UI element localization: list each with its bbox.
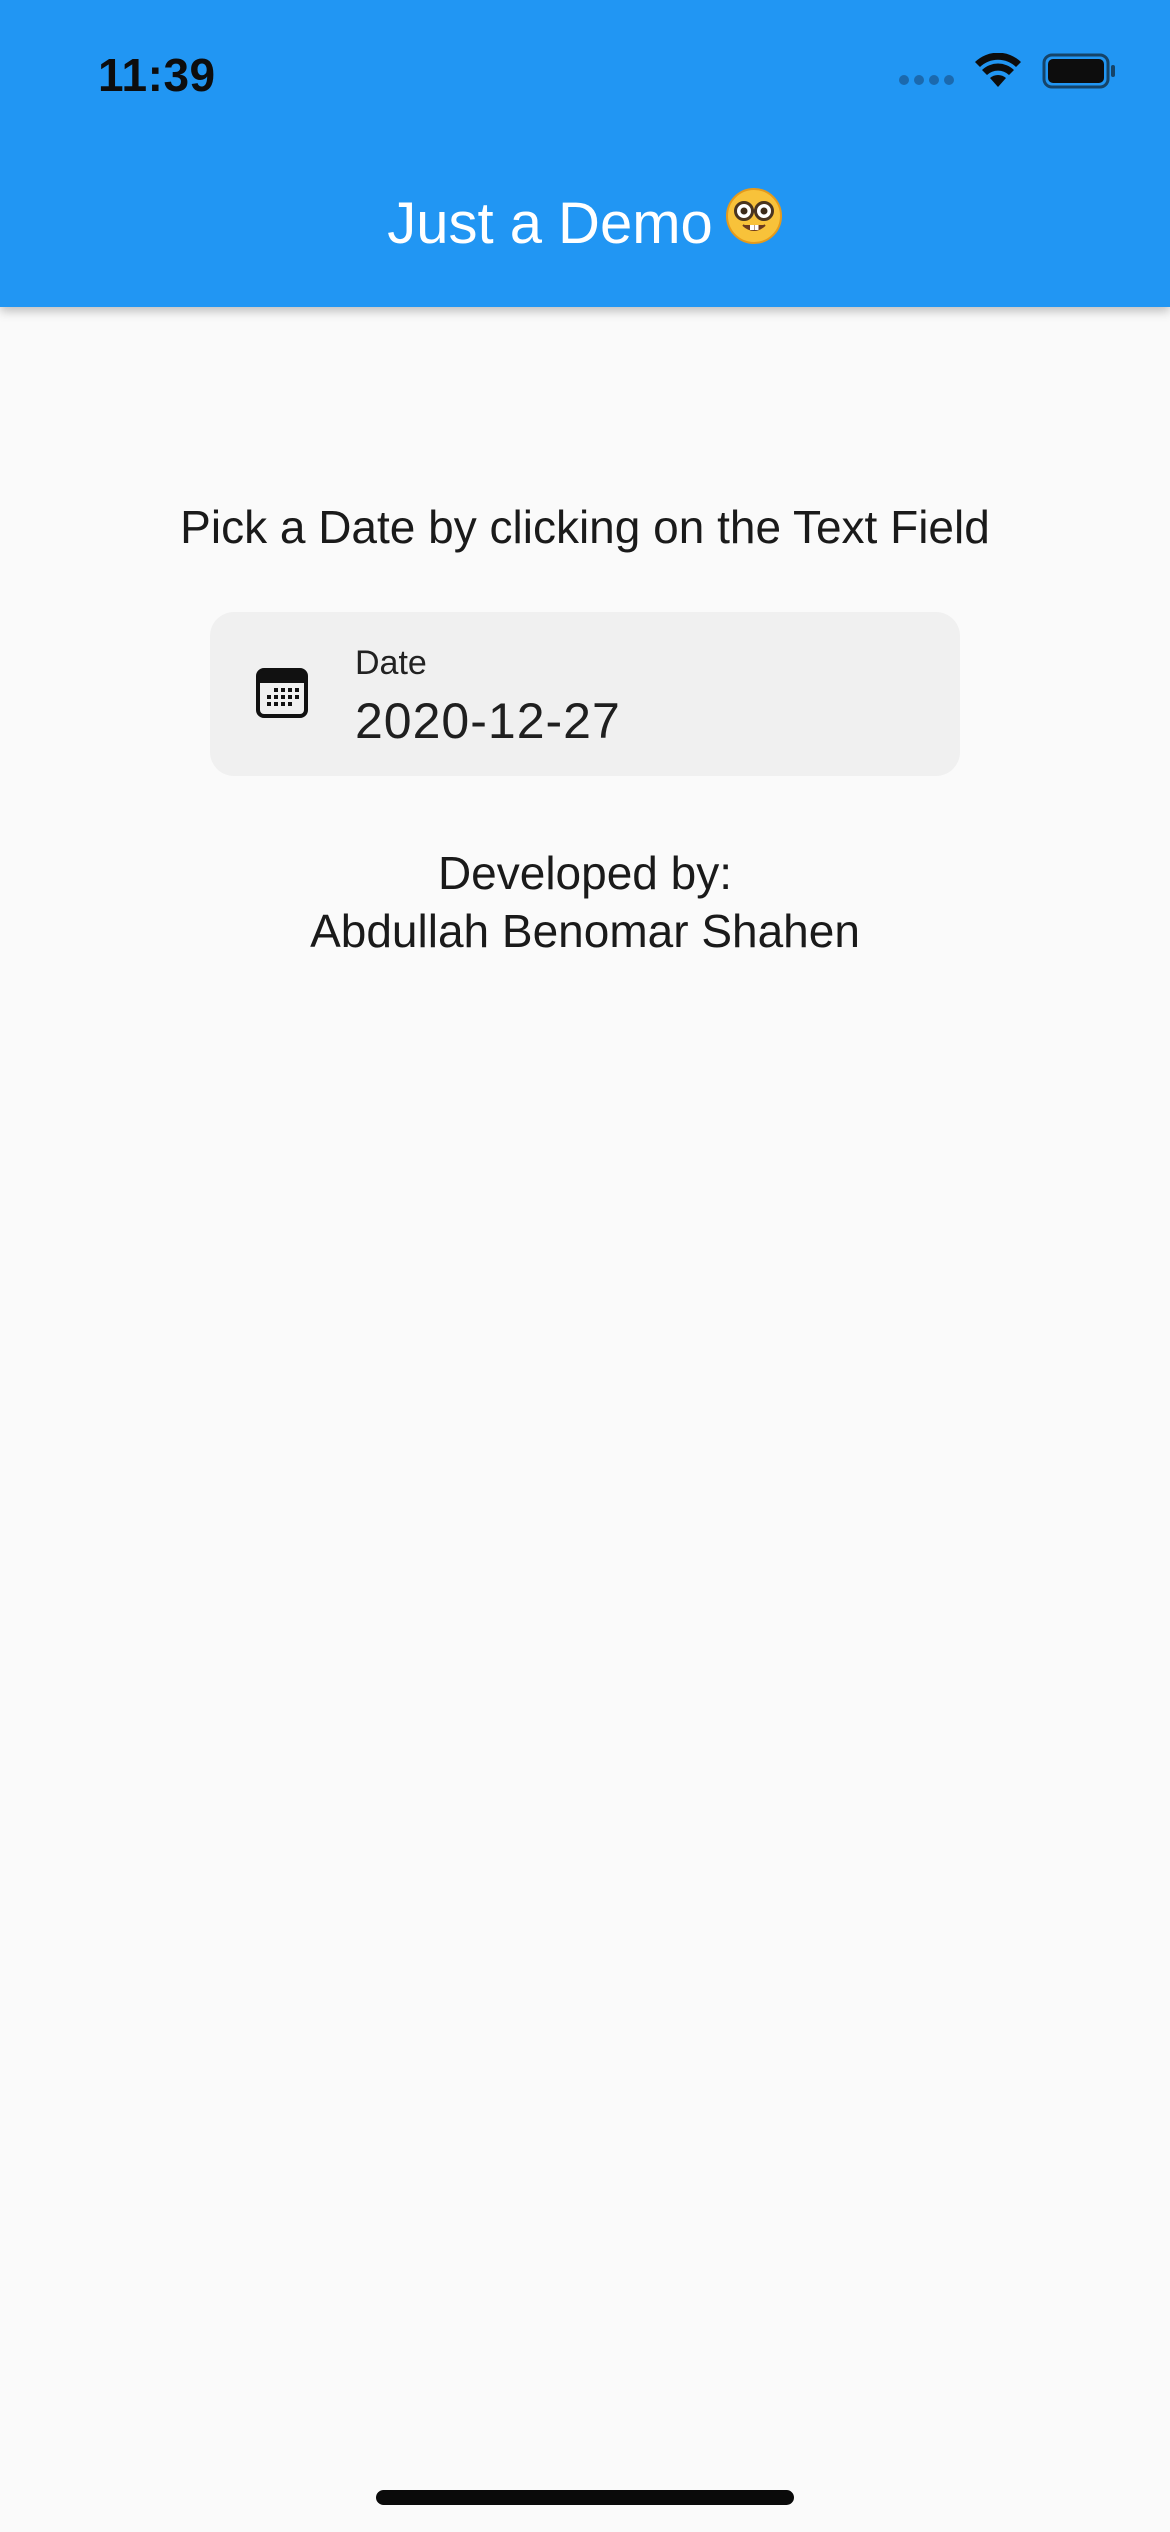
app-title-text: Just a Demo bbox=[387, 191, 713, 256]
instruction-text: Pick a Date by clicking on the Text Fiel… bbox=[180, 501, 990, 553]
battery-icon bbox=[1042, 53, 1115, 89]
status-icons bbox=[899, 52, 1118, 90]
wifi-icon bbox=[975, 53, 1021, 87]
date-field-value[interactable]: 2020-12-27 bbox=[355, 692, 621, 750]
credits-heading: Developed by: bbox=[437, 847, 733, 899]
developer-credits: Developed by: Abdullah Benomar Shahen bbox=[0, 844, 1170, 960]
app-bar: 11:39 Just a Demo bbox=[0, 0, 1170, 307]
app-title: Just a Demo bbox=[0, 187, 1170, 259]
calendar-icon bbox=[256, 668, 308, 718]
cellular-signal-icon bbox=[899, 75, 954, 85]
date-field-label: Date bbox=[355, 644, 427, 682]
developer-name: Abdullah Benomar Shahen bbox=[310, 905, 860, 957]
status-time: 11:39 bbox=[98, 49, 216, 101]
home-indicator[interactable] bbox=[376, 2490, 794, 2505]
date-input-field[interactable]: Date 2020-12-27 bbox=[210, 612, 960, 776]
nerd-face-emoji-icon bbox=[725, 187, 783, 259]
